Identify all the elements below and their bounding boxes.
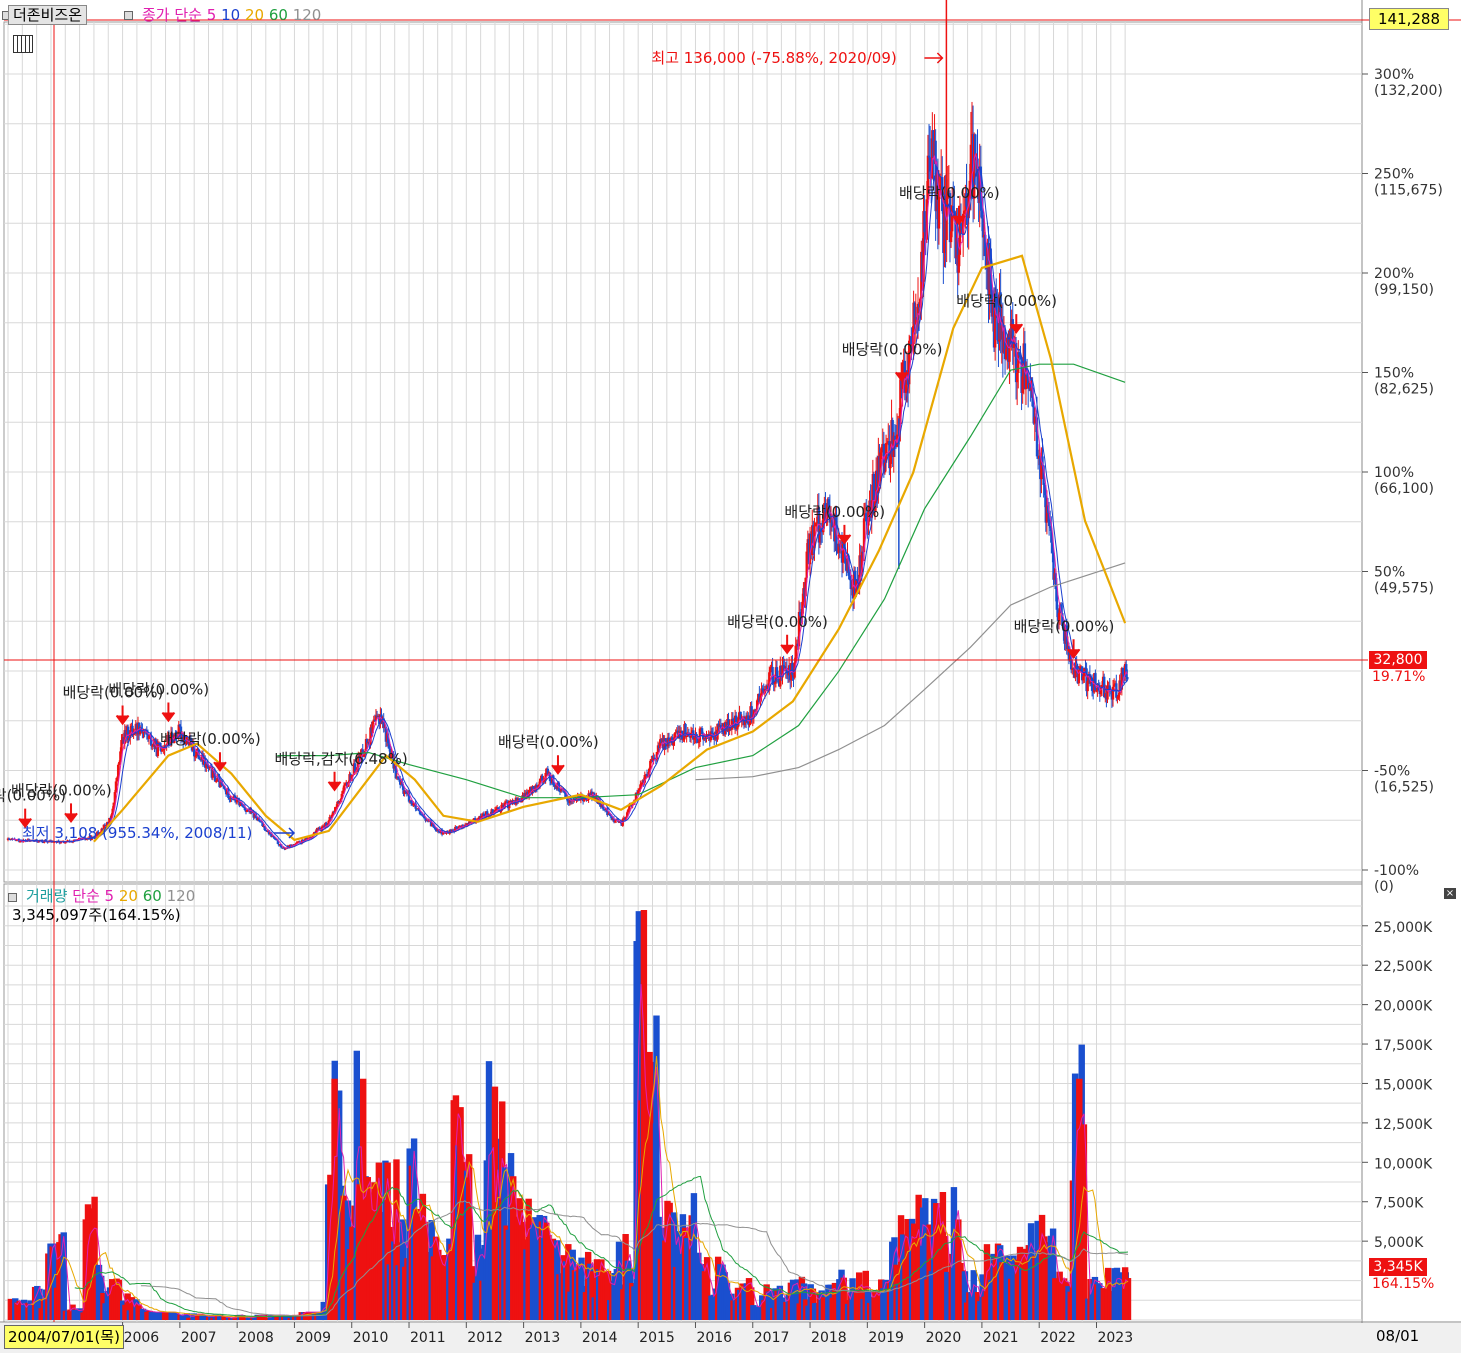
low-annotation: 최저 3,108 (955.34%, 2008/11): [22, 824, 252, 842]
high-annotation: 최고 136,000 (-75.88%, 2020/09): [651, 49, 896, 67]
last-price-value: 141,288: [1377, 10, 1441, 28]
price-axis-pct-label: -50%: [1374, 764, 1410, 780]
stock-chart-window: 300% (132,200) 250% (115,675) 200% (99,150) 15…: [0, 0, 1461, 1353]
vol-ma120-label: 120: [166, 887, 196, 905]
volume-spike-bar: [646, 1051, 653, 1320]
year-label: 2007: [181, 1330, 217, 1346]
volume-axis-label: 5,000K: [1374, 1235, 1424, 1251]
ma60-label: 60: [268, 6, 288, 24]
dividend-label: 배당락(0.00%): [727, 613, 828, 631]
year-label: 2019: [868, 1330, 904, 1346]
price-axis-pct-label: 100%: [1374, 465, 1414, 481]
stock-name-box[interactable]: 더존비즈온: [8, 5, 88, 25]
volume-axis-label: 20,000K: [1374, 999, 1433, 1015]
close-panel-icon[interactable]: ×: [1444, 888, 1456, 899]
volume-axis-label: 17,500K: [1374, 1038, 1433, 1054]
volume-spike-bar: [1121, 1267, 1129, 1320]
price-axis-value-label: (66,100): [1374, 481, 1434, 497]
dividend-label: 배당락(0.00%): [784, 503, 885, 521]
last-price-box: 141,288: [1369, 8, 1449, 30]
price-axis-pct-label: 150%: [1374, 366, 1414, 382]
dividend-label: 배당락(0.00%): [11, 781, 112, 799]
dividend-label: 배당락(0.00%): [956, 292, 1057, 310]
year-label: 2021: [983, 1330, 1019, 1346]
volume-axis-label: 15,000K: [1374, 1077, 1433, 1093]
price-axis-value-label: (99,150): [1374, 282, 1434, 298]
price-axis-value-label: (115,675): [1374, 183, 1443, 199]
year-label: 2009: [295, 1330, 331, 1346]
volume-axis-label: 10,000K: [1374, 1156, 1433, 1172]
year-label: 2015: [639, 1330, 675, 1346]
price-axis-value-label: (49,575): [1374, 581, 1434, 597]
dividend-label: 배당락(0.00%): [108, 681, 209, 699]
volume-axis-label: 7,500K: [1374, 1196, 1424, 1212]
year-label: 2010: [353, 1330, 389, 1346]
dividend-label: 배당락(0.00%): [1014, 617, 1115, 635]
volume-spike-bar: [640, 910, 648, 1320]
volume-axis-label: 22,500K: [1374, 959, 1433, 975]
right-date-label: 08/01: [1376, 1327, 1420, 1345]
year-label: 2008: [238, 1330, 274, 1346]
dividend-label: 배당락(0.00%): [899, 184, 1000, 202]
volume-bar: [60, 1232, 67, 1320]
current-price-pct: 19.71%: [1372, 669, 1426, 685]
cursor-date-box: 2004/07/01(목): [4, 1325, 124, 1349]
volume-spike-bar: [1076, 1078, 1083, 1320]
candle-body: [156, 743, 160, 757]
vol-ma60-label: 60: [142, 887, 162, 905]
year-label: 2017: [754, 1330, 790, 1346]
ma-indicator-label: 종가 단순: [142, 6, 202, 24]
vol-ma5-label: 단순 5: [72, 887, 115, 905]
price-axis-pct-label: 250%: [1374, 167, 1414, 183]
price-axis-value-label: (82,625): [1374, 382, 1434, 398]
volume-axis-label: 25,000K: [1374, 920, 1433, 936]
volume-panel-collapse-icon[interactable]: [8, 893, 17, 902]
year-label: 2012: [467, 1330, 503, 1346]
current-volume-pct: 164.15%: [1372, 1276, 1435, 1292]
volume-label: 거래량: [26, 887, 68, 905]
price-axis-pct-label: 300%: [1374, 67, 1414, 83]
price-axis-value-label: (132,200): [1374, 83, 1443, 99]
price-ma-legend: 종가 단순 5 10 20 60 120: [142, 6, 321, 24]
year-label: 2006: [124, 1330, 160, 1346]
chart-canvas: 300%(132,200) 250%(115,675) 200%(99,150) 15…: [0, 0, 1461, 1353]
ma5-label: 5: [206, 6, 217, 24]
year-label: 2014: [582, 1330, 618, 1346]
table-view-icon[interactable]: [13, 35, 33, 53]
year-label: 2020: [926, 1330, 962, 1346]
year-label: 2013: [525, 1330, 561, 1346]
price-axis-value-label: (16,525): [1374, 780, 1434, 796]
year-label: 2011: [410, 1330, 446, 1346]
vol-ma20-label: 20: [118, 887, 138, 905]
current-price-tag: 32,800: [1369, 651, 1427, 669]
year-label: 2016: [696, 1330, 732, 1346]
dividend-label: 배당락(0.00%): [498, 733, 599, 751]
ma20-label: 20: [244, 6, 265, 24]
year-label: 2023: [1097, 1330, 1133, 1346]
price-axis-pct-label: 200%: [1374, 266, 1414, 282]
ma120-label: 120: [292, 6, 322, 24]
price-axis-value-label: (0): [1374, 879, 1394, 895]
year-label: 2018: [811, 1330, 847, 1346]
volume-legend: 거래량 단순 5 20 60 120: [26, 887, 195, 905]
ma10-label: 10: [221, 6, 241, 24]
price-axis-pct-label: 50%: [1374, 565, 1405, 581]
volume-value: 3,345,097주(164.15%): [12, 906, 181, 924]
candle-body: [1126, 677, 1129, 680]
current-volume-tag: 3,345K: [1369, 1258, 1427, 1276]
dividend-label: 배당락,감자(6.48%): [275, 750, 408, 768]
year-label: 2022: [1040, 1330, 1076, 1346]
dividend-label: 배당락(0.00%): [160, 730, 261, 748]
indicator-settings-icon[interactable]: [124, 11, 133, 20]
dividend-label: 배당락(0.00%): [842, 340, 943, 358]
volume-axis-label: 12,500K: [1374, 1117, 1433, 1133]
stock-name: 더존비즈온: [13, 6, 83, 24]
price-axis-pct-label: -100%: [1374, 863, 1419, 879]
